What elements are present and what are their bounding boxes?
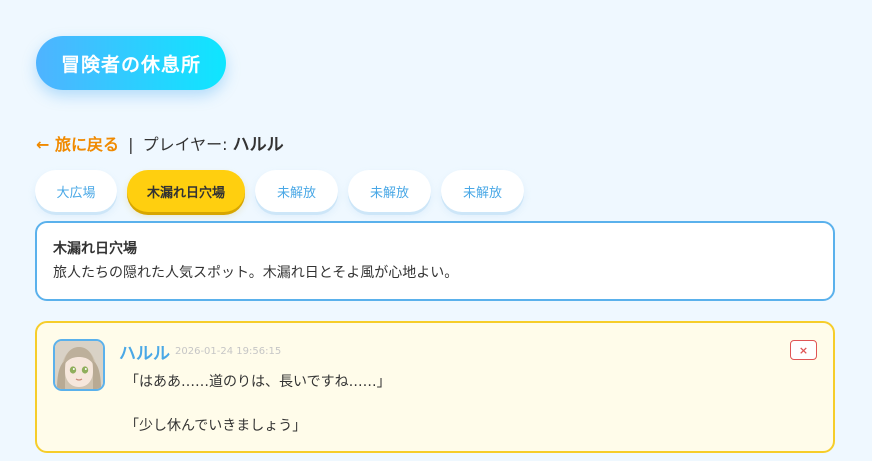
player-name: ハルル xyxy=(232,135,284,155)
page: 冒険者の休息所 ← 旅に戻る | プレイヤー: ハルル 大広場 木漏れ日穴場 未… xyxy=(0,0,872,461)
nav-separator: | xyxy=(128,135,134,154)
tab-plaza[interactable]: 大広場 xyxy=(35,170,117,212)
avatar-portrait-icon xyxy=(55,341,103,389)
location-info-box: 木漏れ日穴場 旅人たちの隠れた人気スポット。木漏れ日とそよ風が心地よい。 xyxy=(35,221,835,301)
back-to-journey-link[interactable]: ← 旅に戻る xyxy=(36,135,119,154)
player-prefix: プレイヤー: xyxy=(142,135,228,154)
delete-message-button[interactable]: × xyxy=(790,340,817,360)
message-line: 「はああ……道のりは、長いですね……」 xyxy=(125,374,391,390)
message-author: ハルル xyxy=(119,344,170,364)
message-timestamp: 2026-01-24 19:56:15 xyxy=(175,346,282,357)
location-title: 木漏れ日穴場 xyxy=(53,241,137,257)
location-description: 旅人たちの隠れた人気スポット。木漏れ日とそよ風が心地よい。 xyxy=(53,265,459,281)
page-title: 冒険者の休息所 xyxy=(36,36,227,90)
nav-line: ← 旅に戻る | プレイヤー: ハルル xyxy=(36,130,284,155)
avatar xyxy=(53,339,105,391)
message-line: 「少し休んでいきましょう」 xyxy=(125,418,307,434)
tab-locked-3[interactable]: 未解放 xyxy=(441,170,525,212)
tab-komorebi-spot[interactable]: 木漏れ日穴場 xyxy=(127,170,246,212)
tab-locked-2[interactable]: 未解放 xyxy=(348,170,432,212)
tab-locked-1[interactable]: 未解放 xyxy=(255,170,339,212)
location-tabs: 大広場 木漏れ日穴場 未解放 未解放 未解放 xyxy=(35,170,525,212)
message-card: ハルル 2026-01-24 19:56:15 「はああ……道のりは、長いですね… xyxy=(35,321,835,453)
